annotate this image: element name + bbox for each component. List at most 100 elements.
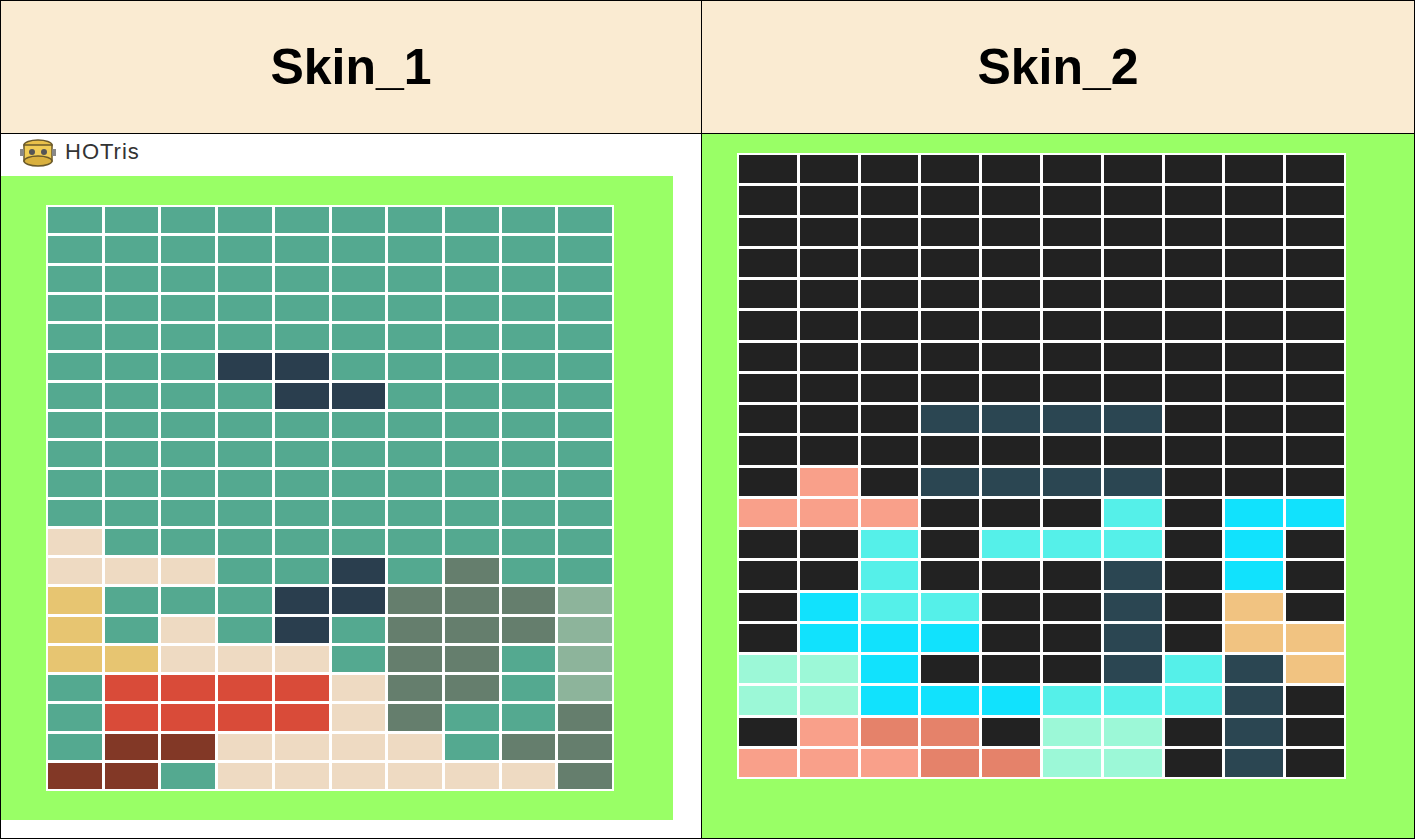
board-cell bbox=[48, 353, 102, 379]
board-cell bbox=[800, 249, 858, 277]
board-cell bbox=[558, 734, 612, 760]
board-cell bbox=[800, 655, 858, 683]
board-cell bbox=[388, 295, 442, 321]
board-cell bbox=[1043, 718, 1101, 746]
board-cell bbox=[1104, 530, 1162, 558]
board-cell bbox=[332, 500, 386, 526]
board-cell bbox=[161, 763, 215, 789]
board-cell bbox=[332, 236, 386, 262]
board-cell bbox=[105, 529, 159, 555]
board-cell bbox=[105, 646, 159, 672]
board-cell bbox=[558, 383, 612, 409]
board-cell bbox=[445, 295, 499, 321]
board-cell bbox=[275, 236, 329, 262]
board-cell bbox=[558, 236, 612, 262]
board-cell bbox=[332, 617, 386, 643]
board-cell bbox=[1286, 530, 1344, 558]
board-cell bbox=[982, 499, 1040, 527]
board-cell bbox=[739, 686, 797, 714]
board-cell bbox=[332, 734, 386, 760]
board-cell bbox=[275, 295, 329, 321]
window-title: HOTris bbox=[65, 139, 140, 165]
board-cell bbox=[739, 155, 797, 183]
board-cell bbox=[445, 383, 499, 409]
board-cell bbox=[1043, 749, 1101, 777]
board-cell bbox=[921, 436, 979, 464]
board-cell bbox=[218, 383, 272, 409]
board-cell bbox=[218, 441, 272, 467]
board-cell bbox=[800, 593, 858, 621]
board-cell bbox=[861, 749, 919, 777]
board-cell bbox=[558, 587, 612, 613]
board-cell bbox=[982, 218, 1040, 246]
board-cell bbox=[105, 412, 159, 438]
board-cell bbox=[332, 207, 386, 233]
board-cell bbox=[388, 500, 442, 526]
board-cell bbox=[921, 343, 979, 371]
board-cell bbox=[332, 470, 386, 496]
board-cell bbox=[739, 218, 797, 246]
board-cell bbox=[502, 704, 556, 730]
app-icon bbox=[19, 137, 57, 167]
board-cell bbox=[1286, 436, 1344, 464]
board-cell bbox=[921, 468, 979, 496]
board-cell bbox=[445, 763, 499, 789]
board-cell bbox=[502, 412, 556, 438]
board-cell bbox=[48, 763, 102, 789]
board-cell bbox=[739, 499, 797, 527]
board-cell bbox=[1043, 686, 1101, 714]
board-cell bbox=[739, 436, 797, 464]
board-cell bbox=[105, 295, 159, 321]
board-cell bbox=[1165, 468, 1223, 496]
board-cell bbox=[275, 587, 329, 613]
board-cell bbox=[1286, 155, 1344, 183]
board-cell bbox=[388, 646, 442, 672]
board-cell bbox=[921, 374, 979, 402]
board-cell bbox=[558, 353, 612, 379]
board-cell bbox=[161, 353, 215, 379]
board-cell bbox=[388, 324, 442, 350]
board-cell bbox=[800, 155, 858, 183]
board-cell bbox=[1165, 749, 1223, 777]
board-cell bbox=[1165, 530, 1223, 558]
board-cell bbox=[921, 218, 979, 246]
game-board bbox=[46, 205, 614, 791]
board-cell bbox=[982, 311, 1040, 339]
board-cell bbox=[1104, 343, 1162, 371]
board-cell bbox=[1104, 624, 1162, 652]
board-cell bbox=[1104, 405, 1162, 433]
board-cell bbox=[982, 624, 1040, 652]
board-cell bbox=[48, 529, 102, 555]
board-cell bbox=[1165, 311, 1223, 339]
board-cell bbox=[275, 734, 329, 760]
board-cell bbox=[1043, 249, 1101, 277]
board-cell bbox=[921, 499, 979, 527]
board-cell bbox=[1225, 499, 1283, 527]
board-cell bbox=[800, 686, 858, 714]
board-cell bbox=[1104, 686, 1162, 714]
board-cell bbox=[161, 646, 215, 672]
board-cell bbox=[982, 468, 1040, 496]
board-cell bbox=[558, 529, 612, 555]
board-cell bbox=[388, 412, 442, 438]
board-cell bbox=[558, 500, 612, 526]
board-cell bbox=[1225, 374, 1283, 402]
board-cell bbox=[921, 686, 979, 714]
board-cell bbox=[1225, 155, 1283, 183]
game-board bbox=[737, 153, 1346, 779]
board-cell bbox=[1225, 186, 1283, 214]
board-cell bbox=[48, 236, 102, 262]
board-cell bbox=[982, 655, 1040, 683]
board-cell bbox=[161, 529, 215, 555]
board-cell bbox=[1286, 655, 1344, 683]
board-cell bbox=[861, 343, 919, 371]
board-cell bbox=[1225, 686, 1283, 714]
board-cell bbox=[1043, 436, 1101, 464]
board-cell bbox=[861, 624, 919, 652]
board-cell bbox=[861, 280, 919, 308]
board-cell bbox=[48, 500, 102, 526]
board-cell bbox=[445, 646, 499, 672]
board-cell bbox=[921, 530, 979, 558]
board-cell bbox=[739, 374, 797, 402]
board-cell bbox=[982, 686, 1040, 714]
